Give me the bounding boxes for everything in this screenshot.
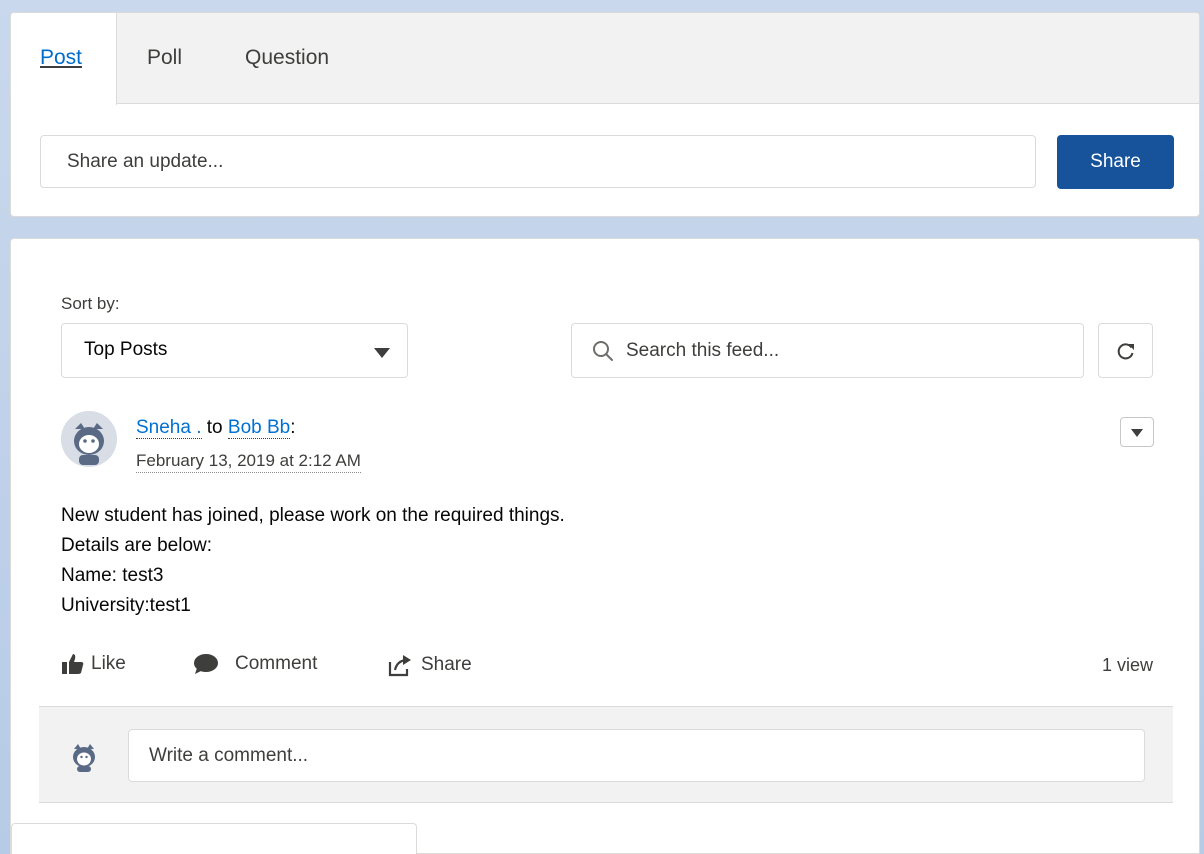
- to-text: to: [201, 417, 228, 438]
- share-update-input[interactable]: [40, 135, 1036, 188]
- thumbs-up-icon: [62, 654, 84, 674]
- feed-card: Sort by: Top Posts Sneha . to Bob: [10, 238, 1200, 854]
- post-timestamp[interactable]: February 13, 2019 at 2:12 AM: [136, 450, 361, 473]
- share-icon: [388, 655, 411, 677]
- post-body: New student has joined, please work on t…: [61, 501, 565, 621]
- comment-area: [39, 706, 1173, 803]
- comment-bubble-icon: [194, 654, 218, 674]
- post-actions-menu-button[interactable]: [1120, 417, 1154, 447]
- post-body-line: University:test1: [61, 595, 191, 616]
- post-actions-bar: Like Comment Share 1 view: [61, 653, 1153, 683]
- comment-label: Comment: [235, 653, 318, 674]
- publisher-card: Post Poll Question Share: [10, 12, 1200, 217]
- post-body-line: Details are below:: [61, 535, 213, 556]
- refresh-icon: [1117, 342, 1134, 359]
- sort-value: Top Posts: [84, 339, 168, 360]
- sort-select[interactable]: Top Posts: [61, 323, 408, 378]
- publisher-tabs: Post Poll Question: [11, 13, 1199, 105]
- share-post-button[interactable]: Share: [387, 653, 472, 677]
- author-avatar[interactable]: [61, 411, 117, 467]
- post-body-line: Name: test3: [61, 565, 164, 586]
- comment-button[interactable]: Comment: [193, 653, 317, 675]
- feed-search-box[interactable]: [571, 323, 1084, 378]
- commenter-avatar-icon: [73, 744, 95, 772]
- view-count: 1 view: [1101, 655, 1153, 675]
- next-card-stub: [11, 823, 417, 854]
- author-link[interactable]: Sneha .: [136, 417, 202, 439]
- tab-question[interactable]: Question: [245, 13, 329, 105]
- comment-input[interactable]: [128, 729, 1145, 782]
- tab-post[interactable]: Post: [11, 13, 117, 105]
- share-label: Share: [421, 654, 472, 675]
- feed-search-input[interactable]: [626, 334, 1066, 368]
- share-button[interactable]: Share: [1057, 135, 1174, 189]
- like-button[interactable]: Like: [61, 653, 126, 675]
- refresh-button[interactable]: [1098, 323, 1153, 378]
- recipient-link[interactable]: Bob Bb: [227, 417, 291, 439]
- avatar-icon: [61, 411, 117, 467]
- chevron-down-icon: [374, 348, 390, 358]
- sort-label: Sort by:: [61, 294, 120, 313]
- post-header: Sneha . to Bob Bb:: [136, 417, 296, 439]
- header-colon: :: [290, 417, 296, 438]
- tab-poll[interactable]: Poll: [147, 13, 182, 105]
- search-icon: [593, 341, 613, 361]
- like-label: Like: [91, 653, 126, 674]
- post-body-line: New student has joined, please work on t…: [61, 505, 565, 526]
- chevron-down-icon: [1131, 429, 1143, 437]
